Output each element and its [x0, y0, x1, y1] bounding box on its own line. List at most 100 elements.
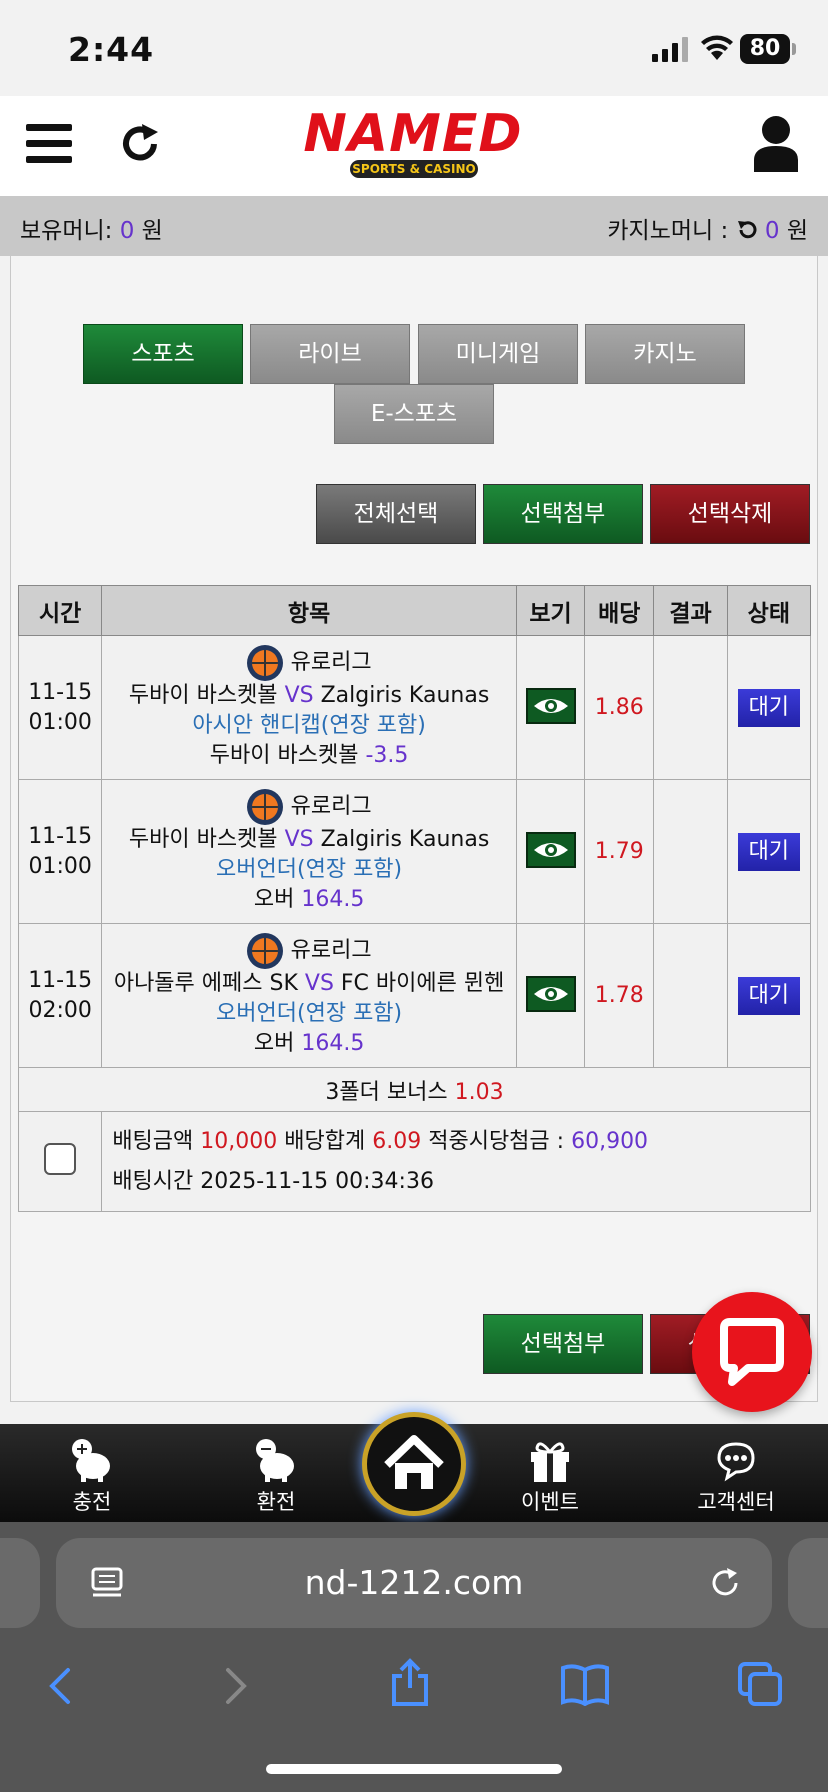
share-icon[interactable] [388, 1658, 432, 1708]
tab-sports[interactable]: 스포츠 [83, 324, 243, 384]
refresh-icon[interactable] [118, 122, 162, 166]
wifi-icon [701, 35, 733, 60]
forward-icon [226, 1668, 247, 1704]
vs-label: VS [284, 826, 314, 852]
market-name: 오버언더(연장 포함) [216, 856, 403, 882]
back-icon[interactable] [40, 1664, 80, 1708]
header-result: 결과 [653, 585, 728, 636]
hamburger-menu-icon[interactable] [26, 124, 72, 164]
nav-deposit[interactable]: 충전 [32, 1438, 152, 1516]
pick-value: 164.5 [301, 1030, 365, 1056]
bet-time-value: 2025-11-15 00:34:36 [200, 1168, 434, 1194]
header-item: 항목 [101, 585, 517, 636]
url-text: nd-1212.com [304, 1563, 524, 1602]
win-amount-value: 60,900 [571, 1128, 649, 1154]
header-time: 시간 [17, 585, 103, 636]
match-time: 02:00 [28, 997, 92, 1023]
time-cell: 11-15 01:00 [17, 635, 103, 780]
league-line: 유로리그 [103, 788, 516, 825]
battery-indicator: 80 [740, 34, 790, 64]
tab-casino[interactable]: 카지노 [585, 324, 745, 384]
next-tab-preview[interactable] [788, 1538, 828, 1628]
nav-support[interactable]: 고객센터 [676, 1438, 796, 1516]
pick-name: 오버 [253, 886, 295, 912]
league-name: 유로리그 [290, 937, 372, 963]
tabs-icon[interactable] [736, 1660, 784, 1708]
table-row: 11-15 01:00 유로리그 두바이 바스켓볼 VS Zalgiris Ka… [17, 779, 812, 924]
site-logo[interactable]: NAMED SPORTS & CASINO [286, 108, 540, 180]
nav-home-button[interactable] [362, 1412, 466, 1516]
bonus-cell: 3폴더 보너스 1.03 [18, 1067, 811, 1112]
gift-icon [531, 1442, 569, 1482]
home-team: 두바이 바스켓볼 [128, 682, 278, 708]
tab-live[interactable]: 라이브 [250, 324, 410, 384]
pick-value: 164.5 [301, 886, 365, 912]
result-value [653, 923, 728, 1068]
nav-event-label: 이벤트 [521, 1490, 579, 1514]
view-eye-button[interactable] [525, 687, 576, 724]
away-team: FC 바이에른 뮌헨 [340, 970, 505, 996]
live-chat-button[interactable] [692, 1292, 812, 1412]
home-icon [384, 1435, 444, 1489]
pick-name: 두바이 바스켓볼 [209, 742, 359, 768]
bonus-row: 3폴더 보너스 1.03 [18, 1067, 811, 1112]
summary-line-1: 배팅금액 10,000 배당합계 6.09 적중시당첨금 : 60,900 [112, 1122, 810, 1162]
basketball-icon [246, 788, 283, 825]
tab-minigame[interactable]: 미니게임 [418, 324, 578, 384]
matchup: 두바이 바스켓볼 VS Zalgiris Kaunas [103, 825, 516, 855]
result-value [653, 779, 728, 924]
match-date: 11-15 [28, 967, 93, 993]
nav-deposit-label: 충전 [72, 1490, 112, 1514]
view-eye-button[interactable] [525, 975, 576, 1012]
odds-value: 1.86 [584, 635, 655, 780]
holding-money: 보유머니: 0 원 [20, 211, 163, 245]
piggy-plus-icon [72, 1439, 110, 1482]
url-field[interactable]: nd-1212.com [56, 1538, 772, 1628]
view-eye-button[interactable] [525, 831, 576, 868]
previous-tab-preview[interactable] [0, 1538, 40, 1628]
holding-money-label: 보유머니: [20, 218, 113, 244]
tab-esports[interactable]: E-스포츠 [334, 384, 494, 444]
browser-address-bar: nd-1212.com [0, 1522, 828, 1634]
casino-refresh-icon[interactable] [736, 219, 758, 241]
support-chat-icon [717, 1442, 755, 1482]
clock: 2:44 [68, 30, 155, 69]
user-profile-icon[interactable] [752, 114, 800, 172]
nav-event[interactable]: 이벤트 [490, 1438, 610, 1516]
eye-icon [533, 986, 568, 1001]
nav-withdraw[interactable]: 환전 [216, 1438, 336, 1516]
pick-line: 오버 164.5 [103, 885, 516, 915]
bottom-attach-selected-button[interactable]: 선택첨부 [483, 1314, 643, 1374]
match-time: 01:00 [28, 709, 92, 735]
status-cell: 대기 [726, 923, 812, 1068]
home-team: 두바이 바스켓볼 [128, 826, 278, 852]
away-team: Zalgiris Kaunas [320, 682, 490, 708]
item-cell: 유로리그 두바이 바스켓볼 VS Zalgiris Kaunas 오버언더(연장… [101, 779, 517, 924]
select-cell [17, 1111, 103, 1212]
bookmarks-icon[interactable] [560, 1662, 610, 1706]
bet-table: 시간 항목 보기 배당 결과 상태 11-15 01:00 유로리그 두바이 바… [17, 585, 812, 1212]
league-line: 유로리그 [103, 644, 516, 681]
view-cell [515, 635, 586, 780]
select-all-button[interactable]: 전체선택 [316, 484, 476, 544]
status-badge: 대기 [737, 688, 800, 727]
table-header-row: 시간 항목 보기 배당 결과 상태 [17, 585, 812, 636]
match-date: 11-15 [28, 679, 93, 705]
battery-tip [792, 43, 796, 55]
casino-money-label: 카지노머니 : [607, 218, 729, 244]
total-odds-value: 6.09 [372, 1128, 422, 1154]
site-header: NAMED SPORTS & CASINO [0, 96, 828, 196]
league-line: 유로리그 [103, 932, 516, 969]
attach-selected-button[interactable]: 선택첨부 [483, 484, 643, 544]
league-name: 유로리그 [290, 793, 372, 819]
delete-selected-button[interactable]: 선택삭제 [650, 484, 810, 544]
table-row: 11-15 02:00 유로리그 아나돌루 에페스 SK VS FC 바이에른 … [17, 923, 812, 1068]
header-odds: 배당 [584, 585, 655, 636]
reload-icon[interactable] [708, 1566, 742, 1600]
select-checkbox[interactable] [44, 1142, 77, 1175]
item-cell: 유로리그 두바이 바스켓볼 VS Zalgiris Kaunas 아시안 핸디캡… [101, 635, 517, 780]
bonus-value: 1.03 [454, 1079, 504, 1105]
odds-value: 1.79 [584, 779, 655, 924]
bet-amount-value: 10,000 [200, 1128, 278, 1154]
casino-money-unit: 원 [786, 218, 808, 244]
